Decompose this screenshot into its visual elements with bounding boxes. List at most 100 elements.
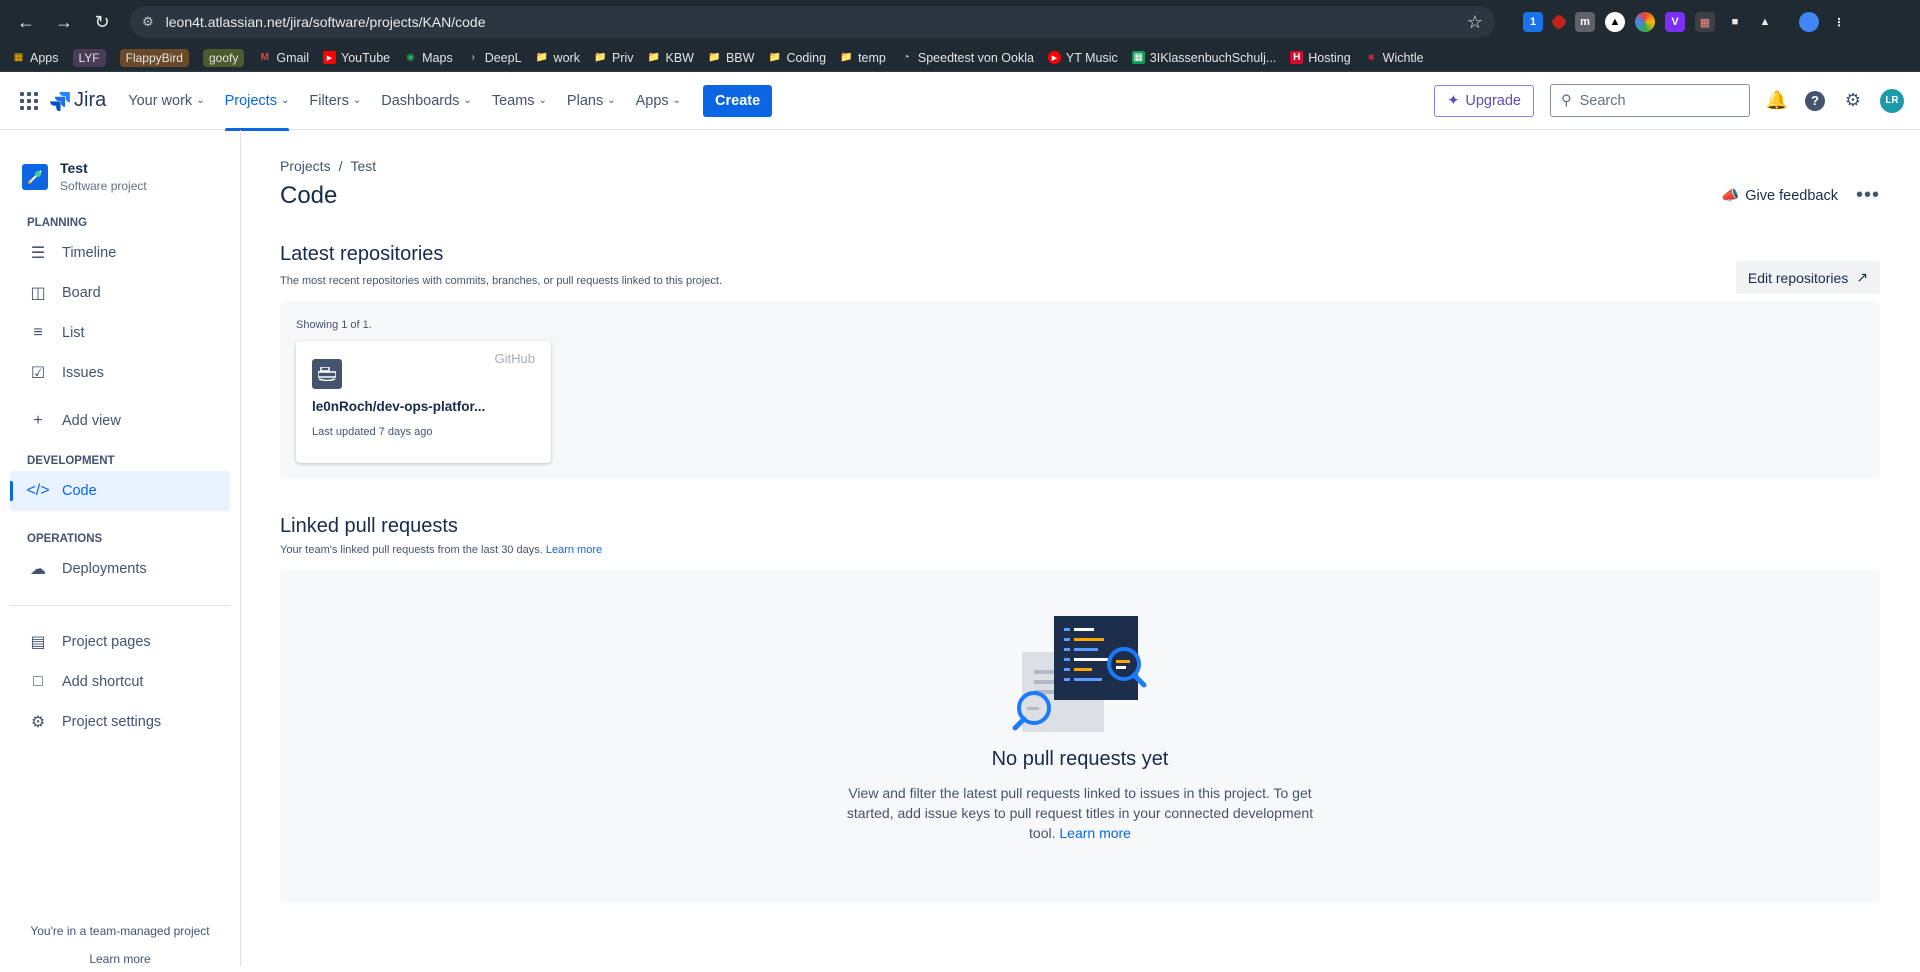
sidebar-item-add-view[interactable]: + Add view xyxy=(10,401,230,441)
bookmark-speedtest[interactable]: ◔ Speedtest von Ookla xyxy=(900,51,1034,65)
extension-icon[interactable]: V xyxy=(1665,12,1685,32)
nav-teams[interactable]: Teams ⌄ xyxy=(492,72,547,130)
repository-glyph xyxy=(318,367,336,381)
breadcrumb-projects[interactable]: Projects xyxy=(280,158,331,174)
extension-icon[interactable]: ▲ xyxy=(1605,12,1625,32)
bookmark-folder-priv[interactable]: 📁 Priv xyxy=(594,51,633,65)
folder-icon: 📁 xyxy=(594,52,607,63)
page-layout: Test Software project PLANNING ☰ Timeline… xyxy=(0,130,1920,966)
jira-logo[interactable]: Jira xyxy=(50,89,106,112)
hosting-icon: H xyxy=(1290,51,1304,64)
bookmark-deepl[interactable]: › DeepL xyxy=(467,51,522,65)
extension-icon[interactable]: ▦ xyxy=(1695,12,1715,32)
bookmark-folder-bbw[interactable]: 📁 BBW xyxy=(708,51,754,65)
bookmark-wichtle[interactable]: ■ Wichtle xyxy=(1365,51,1424,65)
code-icon: </> xyxy=(26,482,50,499)
sidebar-item-label: Project settings xyxy=(62,714,162,730)
sparkle-icon: ✦ xyxy=(1447,92,1460,109)
bookmark-klassenbuch[interactable]: ▦ 3IKlassenbuchSchulj... xyxy=(1131,51,1276,65)
nav-apps[interactable]: Apps ⌄ xyxy=(636,72,681,130)
site-info-icon[interactable]: ⚙ xyxy=(142,14,154,30)
bookmark-folder-temp[interactable]: 📁 temp xyxy=(840,51,886,65)
sidebar-item-timeline[interactable]: ☰ Timeline xyxy=(10,233,230,273)
create-button[interactable]: Create xyxy=(703,84,773,117)
nav-label: Plans xyxy=(566,92,604,109)
nav-plans[interactable]: Plans ⌄ xyxy=(567,72,616,130)
give-feedback-button[interactable]: 📣 Give feedback xyxy=(1721,187,1838,205)
more-actions-icon[interactable]: ••• xyxy=(1856,184,1880,207)
page-title: Code xyxy=(280,182,338,209)
back-icon[interactable]: ← xyxy=(10,6,42,38)
extension-icon[interactable] xyxy=(1635,12,1655,32)
upgrade-button[interactable]: ✦ Upgrade xyxy=(1434,84,1534,117)
list-icon: ≡ xyxy=(33,324,43,341)
search-input[interactable]: ⚲ Search xyxy=(1550,84,1750,117)
repository-updated: Last updated 7 days ago xyxy=(312,426,433,438)
bookmark-apps[interactable]: ▦ Apps xyxy=(12,51,59,65)
forward-icon[interactable]: → xyxy=(48,6,80,38)
extension-icon[interactable] xyxy=(1550,13,1568,31)
notifications-icon[interactable]: 🔔 xyxy=(1766,90,1788,112)
bookmark-folder-kbw[interactable]: 📁 KBW xyxy=(647,51,694,65)
sidebar-item-board[interactable]: ◫ Board xyxy=(10,273,230,313)
bookmark-folder-coding[interactable]: 📁 Coding xyxy=(768,51,826,65)
project-header[interactable]: Test Software project xyxy=(0,160,240,193)
learn-more-link[interactable]: Learn more xyxy=(1059,825,1131,841)
sidebar-item-project-pages[interactable]: ▤ Project pages xyxy=(10,622,230,662)
bookmark-hosting[interactable]: H Hosting xyxy=(1290,51,1351,65)
repository-card[interactable]: GitHub le0nRoch/dev-ops-platfor... Last … xyxy=(296,341,551,463)
folder-icon: 📁 xyxy=(647,52,661,63)
bookmark-gmail[interactable]: M Gmail xyxy=(258,51,309,65)
profile-avatar[interactable] xyxy=(1799,12,1819,32)
sidebar-item-label: Issues xyxy=(62,365,104,381)
code-search-illustration xyxy=(1012,616,1147,732)
extension-icon[interactable]: m xyxy=(1575,12,1595,32)
sidebar-item-list[interactable]: ≡ List xyxy=(10,313,230,353)
learn-more-link[interactable]: Learn more xyxy=(546,544,602,556)
bookmark-ytmusic[interactable]: ▶ YT Music xyxy=(1047,51,1118,65)
user-avatar[interactable]: LR xyxy=(1880,88,1904,113)
bookmark-maps[interactable]: ◉ Maps xyxy=(404,51,452,65)
reload-icon[interactable]: ↻ xyxy=(86,6,118,38)
bookmark-label: Wichtle xyxy=(1382,50,1424,65)
gmail-icon: M xyxy=(260,52,270,63)
nav-dashboards[interactable]: Dashboards ⌄ xyxy=(381,72,472,130)
sidebar-item-deployments[interactable]: ☁ Deployments xyxy=(10,549,230,589)
nav-label: Your work xyxy=(128,92,193,109)
breadcrumb: Projects / Test xyxy=(280,158,1880,174)
sidebar-item-label: Code xyxy=(62,483,97,499)
help-icon[interactable]: ? xyxy=(1804,90,1826,112)
app-switcher-icon[interactable] xyxy=(20,91,38,110)
document-icon[interactable]: ■ xyxy=(1725,12,1745,32)
sidebar-item-add-shortcut[interactable]: □ Add shortcut xyxy=(10,662,230,702)
learn-more-link[interactable]: Learn more xyxy=(0,952,240,966)
extension-icon[interactable]: 1 xyxy=(1523,12,1543,32)
address-bar[interactable]: ⚙ leon4t.atlassian.net/jira/software/pro… xyxy=(130,6,1495,38)
breadcrumb-test[interactable]: Test xyxy=(350,158,376,174)
sidebar-item-code[interactable]: </> Code xyxy=(10,471,230,511)
bookmark-label: work xyxy=(553,50,580,65)
sidebar-item-project-settings[interactable]: ⚙ Project settings xyxy=(10,702,230,742)
bookmark-star-icon[interactable]: ☆ xyxy=(1467,12,1483,33)
nav-filters[interactable]: Filters ⌄ xyxy=(309,72,361,130)
url-text: leon4t.atlassian.net/jira/software/proje… xyxy=(165,14,486,30)
bookmark-flappybird[interactable]: FlappyBird xyxy=(119,48,189,67)
chevron-down-icon: ⌄ xyxy=(196,95,205,106)
youtube-icon: ▶ xyxy=(323,51,336,64)
bookmark-youtube[interactable]: ▶ YouTube xyxy=(323,51,390,65)
bookmark-folder-work[interactable]: 📁 work xyxy=(536,51,580,65)
bookmark-lyf[interactable]: LYF xyxy=(72,48,106,67)
edit-repositories-button[interactable]: Edit repositories ↗ xyxy=(1735,261,1880,294)
nav-projects[interactable]: Projects ⌄ xyxy=(224,72,289,131)
nav-your-work[interactable]: Your work ⌄ xyxy=(128,72,204,130)
product-name: Jira xyxy=(74,89,107,111)
kebab-menu-icon[interactable]: ⋮ xyxy=(1829,12,1849,32)
nav-right-group: ✦ Upgrade ⚲ Search 🔔 ? ⚙ LR xyxy=(1434,84,1904,117)
puzzle-icon[interactable]: ▲ xyxy=(1755,12,1775,32)
sidebar-item-issues[interactable]: ☑ Issues xyxy=(10,353,230,393)
browser-toolbar: ← → ↻ ⚙ leon4t.atlassian.net/jira/softwa… xyxy=(0,0,1920,44)
chevron-down-icon: ⌄ xyxy=(672,95,682,106)
bookmark-goofy[interactable]: goofy xyxy=(202,48,245,67)
sheets-icon: ▦ xyxy=(1131,51,1145,64)
settings-gear-icon[interactable]: ⚙ xyxy=(1842,90,1864,112)
